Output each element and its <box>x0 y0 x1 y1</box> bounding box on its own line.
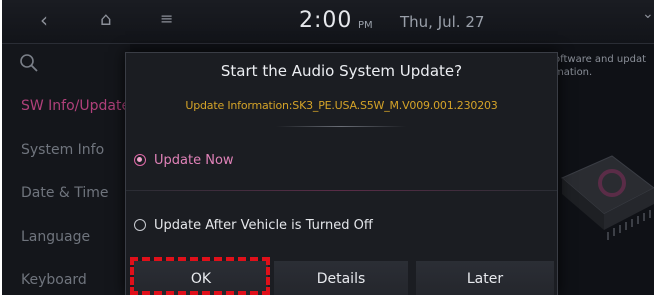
sidebar-item-sw-info-update[interactable]: SW Info/Update <box>21 98 130 114</box>
sidebar-item-date-time[interactable]: Date & Time <box>21 185 109 201</box>
option-label: Update Now <box>154 152 234 168</box>
option-label: Update After Vehicle is Turned Off <box>154 217 373 233</box>
clock-ampm: PM <box>358 20 373 31</box>
search-icon[interactable] <box>18 52 40 74</box>
status-bar: ‹ ⌂ ≡ 2:00 PM Thu, Jul. 27 ⌄ <box>2 0 654 44</box>
radio-unselected-icon[interactable] <box>134 219 146 231</box>
option-update-now[interactable]: Update Now <box>134 149 234 171</box>
sidebar-item-system-info[interactable]: System Info <box>21 142 104 158</box>
ok-button[interactable]: OK <box>134 261 268 295</box>
sidebar-item-keyboard[interactable]: Keyboard <box>21 272 87 288</box>
clock-time: 2:00 <box>299 8 353 33</box>
sidebar-item-language[interactable]: Language <box>21 229 90 245</box>
date-display: Thu, Jul. 27 <box>400 13 485 31</box>
head-unit-screen: ‹ ⌂ ≡ 2:00 PM Thu, Jul. 27 ⌄ SW Info/Upd… <box>2 0 654 295</box>
later-button[interactable]: Later <box>416 261 554 295</box>
radio-selected-icon[interactable] <box>134 154 146 166</box>
dropdown-icon[interactable]: ⌄ <box>642 6 654 22</box>
background-text-line: oftware and updat <box>554 54 646 65</box>
dialog-title: Start the Audio System Update? <box>220 62 463 80</box>
update-dialog: Start the Audio System Update? Update In… <box>125 52 558 295</box>
back-icon[interactable]: ‹ <box>40 8 48 32</box>
update-information: Update Information:SK3_PE.USA.S5W_M.V009… <box>185 99 498 112</box>
menu-icon[interactable]: ≡ <box>160 9 173 28</box>
background-description: oftware and updat mation. <box>554 53 646 79</box>
divider <box>126 190 557 191</box>
home-icon[interactable]: ⌂ <box>100 9 111 30</box>
chip-illustration <box>561 155 654 240</box>
background-text-line: mation. <box>554 67 593 78</box>
option-update-after-vehicle-off[interactable]: Update After Vehicle is Turned Off <box>134 214 373 236</box>
details-button[interactable]: Details <box>274 261 408 295</box>
settings-sidebar: SW Info/Update System Info Date & Time L… <box>2 44 130 295</box>
divider <box>276 126 406 127</box>
